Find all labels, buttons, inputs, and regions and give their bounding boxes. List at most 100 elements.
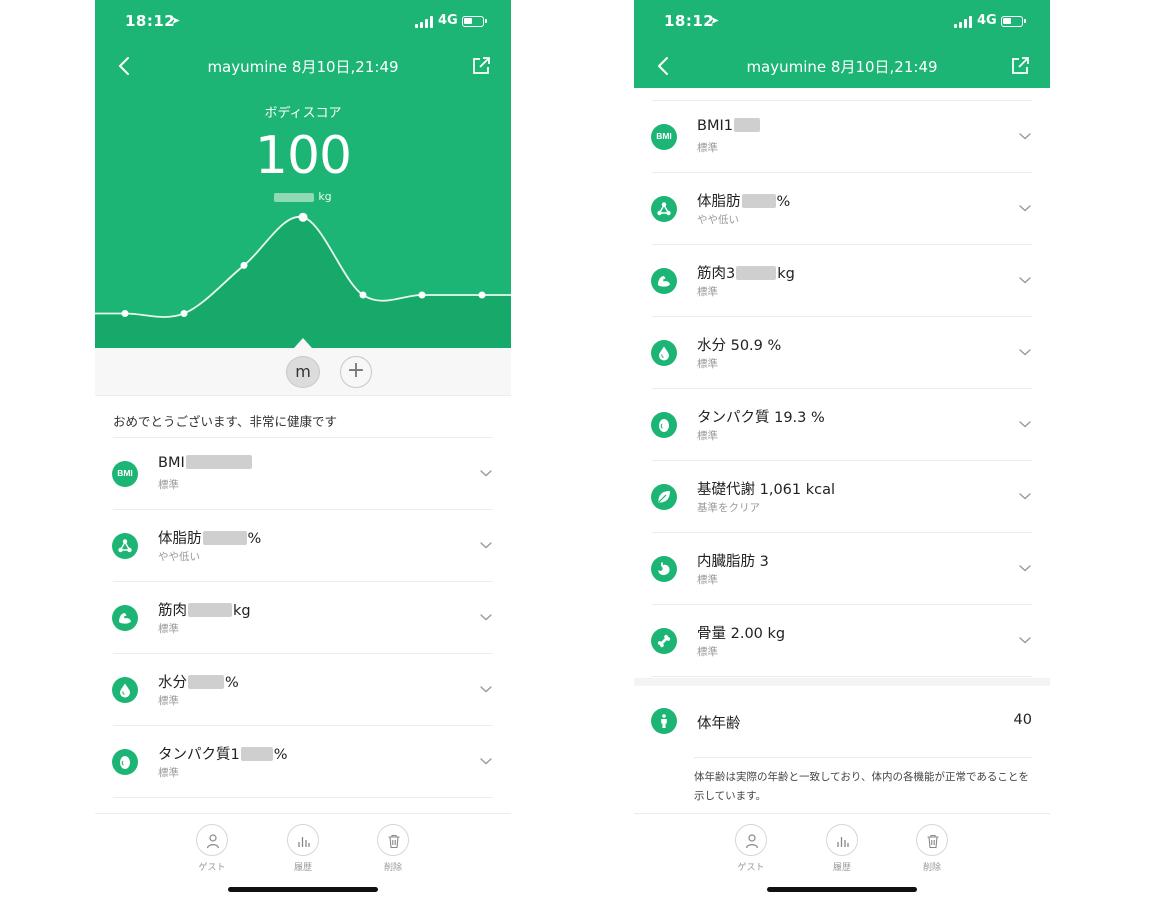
- chart-point: [298, 212, 308, 222]
- chevron-down-icon: [1019, 349, 1031, 356]
- home-indicator: [767, 887, 917, 892]
- guest-label: ゲスト: [737, 863, 765, 873]
- metric-status: 標準: [697, 646, 718, 658]
- chart-point: [359, 291, 367, 299]
- metric-name: 水分%: [158, 675, 239, 691]
- bottom-toolbar: ゲスト 履歴 削除: [95, 813, 511, 900]
- trash-icon: [927, 834, 939, 849]
- guest-button[interactable]: ゲスト: [731, 824, 771, 873]
- metric-row[interactable]: 筋肉 kg 標準: [95, 582, 511, 654]
- signal-icon: [415, 16, 433, 28]
- metric-status: 標準: [158, 479, 179, 491]
- body-age-label: 体年齢: [697, 716, 741, 732]
- network-type: 4G: [438, 13, 458, 28]
- metric-row[interactable]: 水分% 標準: [95, 654, 511, 726]
- user-avatar[interactable]: m: [286, 356, 320, 388]
- body-age-figure-icon: [651, 708, 677, 734]
- delete-button[interactable]: 削除: [912, 824, 952, 873]
- metric-status: 標準: [697, 430, 718, 442]
- network-type: 4G: [977, 13, 997, 28]
- divider: [652, 676, 1032, 677]
- bmi-icon: BMI: [112, 461, 138, 487]
- metric-name: 基礎代謝 1,061 kcal: [697, 482, 836, 498]
- weight-trend-chart[interactable]: [95, 200, 511, 348]
- chart-point: [418, 291, 426, 299]
- metric-row[interactable]: 体脂肪% やや低い: [95, 510, 511, 582]
- metric-row[interactable]: 内臓脂肪 3 標準: [634, 533, 1050, 605]
- metric-name: 体脂肪%: [158, 531, 262, 547]
- metric-row[interactable]: タンパク質 19.3 % 標準: [634, 389, 1050, 461]
- metric-name: BMI1: [697, 118, 761, 134]
- bottom-toolbar: ゲスト 履歴 削除: [634, 813, 1050, 900]
- metric-status: やや低い: [158, 551, 200, 563]
- body-score-value: 100: [254, 126, 352, 186]
- signal-icon: [954, 16, 972, 28]
- blurred-value: [736, 266, 777, 280]
- metric-row[interactable]: BMI BMI1 標準: [634, 101, 1050, 173]
- metric-row[interactable]: BMI BMI 標準: [95, 438, 511, 510]
- blurred-value: [741, 194, 776, 208]
- health-message: おめでとうございます、非常に健康です: [113, 414, 338, 429]
- metric-name: 筋肉 kg: [158, 603, 251, 619]
- header-title: mayumine 8月10日,21:49: [746, 58, 938, 76]
- person-icon: [206, 834, 220, 849]
- metric-name: 内臓脂肪 3: [697, 554, 769, 570]
- blurred-value: [733, 118, 760, 132]
- history-label: 履歴: [293, 863, 312, 873]
- chart-point: [240, 261, 248, 269]
- metric-row[interactable]: 体脂肪% やや低い: [634, 173, 1050, 245]
- metric-row[interactable]: 骨量 2.00 kg 標準: [634, 605, 1050, 677]
- metric-row[interactable]: タンパク質1% 標準: [95, 726, 511, 798]
- bar-chart-icon: [298, 837, 310, 847]
- metric-row[interactable]: 水分 50.9 % 標準: [634, 317, 1050, 389]
- drop-icon: [651, 340, 677, 366]
- molecule-icon: [112, 533, 138, 559]
- history-button[interactable]: 履歴: [283, 824, 323, 873]
- metric-row[interactable]: 筋肉3 kg 標準: [634, 245, 1050, 317]
- add-user-button[interactable]: +: [340, 356, 372, 388]
- bar-chart-icon: [837, 837, 849, 847]
- leaf-icon: [651, 484, 677, 510]
- phone-screen-left: 18:12 ➤ 4G mayumine 8月10日,21:49 ボディスコア 1…: [95, 0, 511, 900]
- metric-name: 筋肉3 kg: [697, 266, 795, 282]
- chevron-down-icon: [480, 542, 492, 549]
- divider: [113, 797, 493, 798]
- location-arrow-icon: ➤: [710, 14, 720, 27]
- blurred-value: [188, 603, 232, 617]
- chart-area: [95, 216, 511, 348]
- chevron-down-icon: [1019, 133, 1031, 140]
- user-bar: m +: [95, 348, 511, 396]
- location-arrow-icon: ➤: [171, 14, 181, 27]
- chevron-down-icon: [1019, 493, 1031, 500]
- share-icon[interactable]: [1008, 54, 1032, 78]
- egg-icon: [651, 412, 677, 438]
- delete-button[interactable]: 削除: [373, 824, 413, 873]
- status-bar: 18:12 ➤ 4G: [95, 12, 511, 34]
- metric-status: 標準: [697, 574, 718, 586]
- person-icon: [745, 834, 759, 849]
- body-score-label: ボディスコア: [264, 106, 342, 121]
- delete-label: 削除: [922, 863, 941, 873]
- metric-status: 標準: [697, 142, 718, 154]
- chevron-down-icon: [480, 470, 492, 477]
- metric-status: 標準: [158, 767, 179, 779]
- divider: [694, 757, 1032, 758]
- chevron-down-icon: [480, 758, 492, 765]
- chevron-down-icon: [1019, 565, 1031, 572]
- chart-point: [478, 291, 486, 299]
- metric-row[interactable]: 基礎代謝 1,061 kcal 基準をクリア: [634, 461, 1050, 533]
- history-button[interactable]: 履歴: [822, 824, 862, 873]
- metric-name: 水分 50.9 %: [697, 338, 782, 354]
- trash-icon: [388, 834, 400, 849]
- metric-name: BMI: [158, 455, 253, 471]
- metric-status: 基準をクリア: [697, 502, 760, 514]
- metric-status: 標準: [158, 695, 179, 707]
- metric-status: 標準: [697, 286, 718, 298]
- guest-button[interactable]: ゲスト: [192, 824, 232, 873]
- share-icon[interactable]: [469, 54, 493, 78]
- bone-icon: [651, 628, 677, 654]
- muscle-icon: [112, 605, 138, 631]
- chevron-down-icon: [1019, 205, 1031, 212]
- header-title: mayumine 8月10日,21:49: [207, 58, 399, 76]
- metric-name: タンパク質 19.3 %: [697, 410, 825, 426]
